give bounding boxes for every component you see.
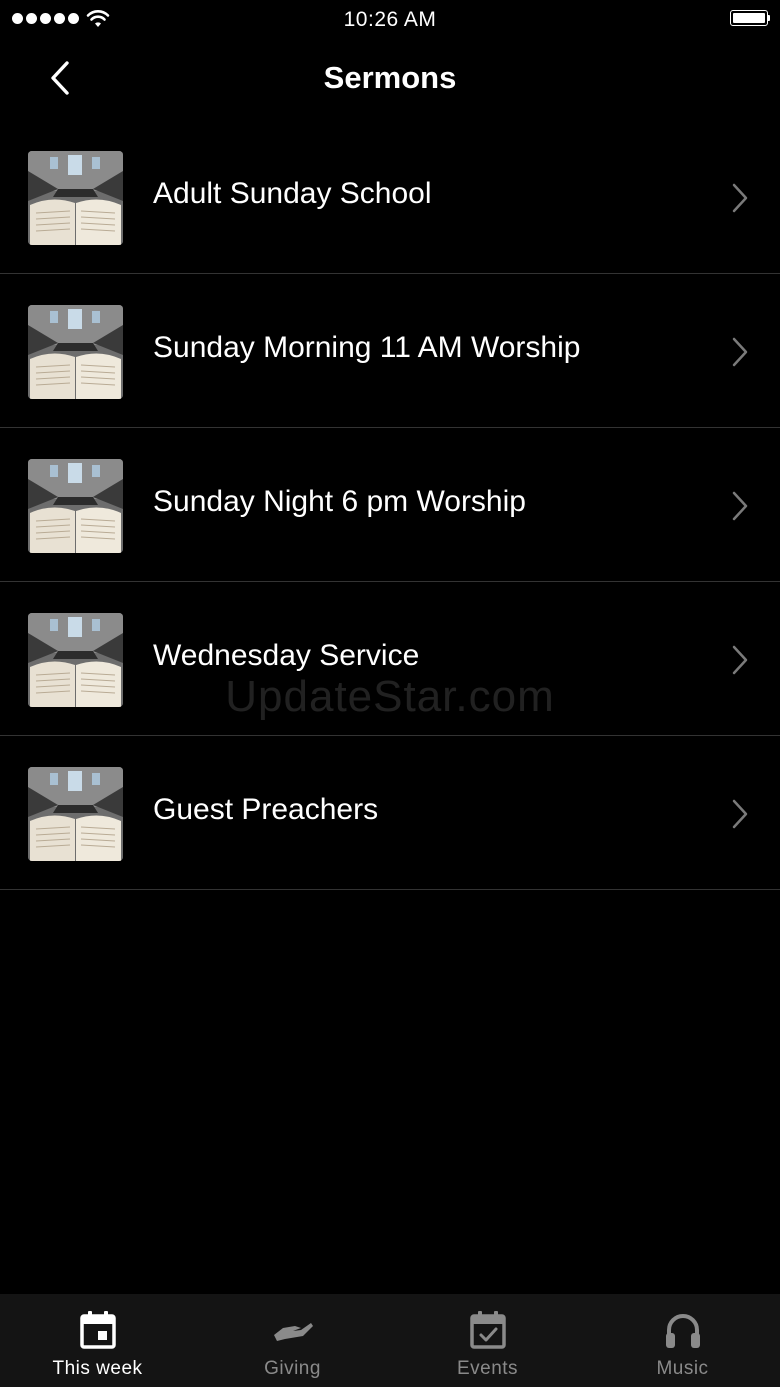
list-item-label: Wednesday Service — [153, 639, 420, 672]
chevron-right-icon — [732, 183, 748, 213]
chevron-right-icon — [732, 645, 748, 675]
list-item-label: Sunday Morning 11 AM Worship — [153, 331, 581, 364]
chevron-right-icon — [732, 491, 748, 521]
giving-hand-icon — [273, 1323, 313, 1341]
calendar-check-icon — [469, 1311, 506, 1349]
bible-thumbnail — [28, 767, 123, 861]
list-item-adult-sunday-school[interactable]: Adult Sunday School — [0, 120, 780, 274]
tab-events[interactable]: Events — [390, 1294, 585, 1387]
tab-bar: This week Giving Events Music — [0, 1294, 780, 1387]
list-item-label: Guest Preachers — [153, 793, 379, 826]
calendar-icon — [79, 1311, 116, 1349]
bible-thumbnail — [28, 151, 123, 245]
bible-thumbnail — [28, 459, 123, 553]
tab-this-week[interactable]: This week — [0, 1294, 195, 1387]
list-item-label: Adult Sunday School — [153, 177, 432, 210]
status-bar: 10:26 AM — [0, 0, 780, 40]
tab-label: Music — [656, 1358, 709, 1379]
headphones-icon — [665, 1314, 700, 1348]
list-item-label: Sunday Night 6 pm Worship — [153, 485, 526, 518]
bible-thumbnail — [28, 613, 123, 707]
chevron-right-icon — [732, 337, 748, 367]
status-time: 10:26 AM — [343, 8, 437, 31]
tab-label: This week — [52, 1358, 143, 1379]
chevron-right-icon — [732, 799, 748, 829]
battery-full-icon — [730, 10, 770, 28]
list-item-wednesday-service[interactable]: Wednesday Service — [0, 582, 780, 736]
tab-giving[interactable]: Giving — [195, 1294, 390, 1387]
navigation-bar: Sermons — [0, 40, 780, 120]
list-item-sunday-morning-11-am-worship[interactable]: Sunday Morning 11 AM Worship — [0, 274, 780, 428]
list-item-sunday-night-6-pm-worship[interactable]: Sunday Night 6 pm Worship — [0, 428, 780, 582]
list-item-guest-preachers[interactable]: Guest Preachers — [0, 736, 780, 890]
tab-label: Giving — [264, 1358, 321, 1379]
sermon-list: Adult Sunday School Sunday Morning 11 AM … — [0, 120, 780, 890]
page-title: Sermons — [323, 60, 457, 95]
tab-music[interactable]: Music — [585, 1294, 780, 1387]
tab-label: Events — [456, 1358, 519, 1379]
bible-thumbnail — [28, 305, 123, 399]
